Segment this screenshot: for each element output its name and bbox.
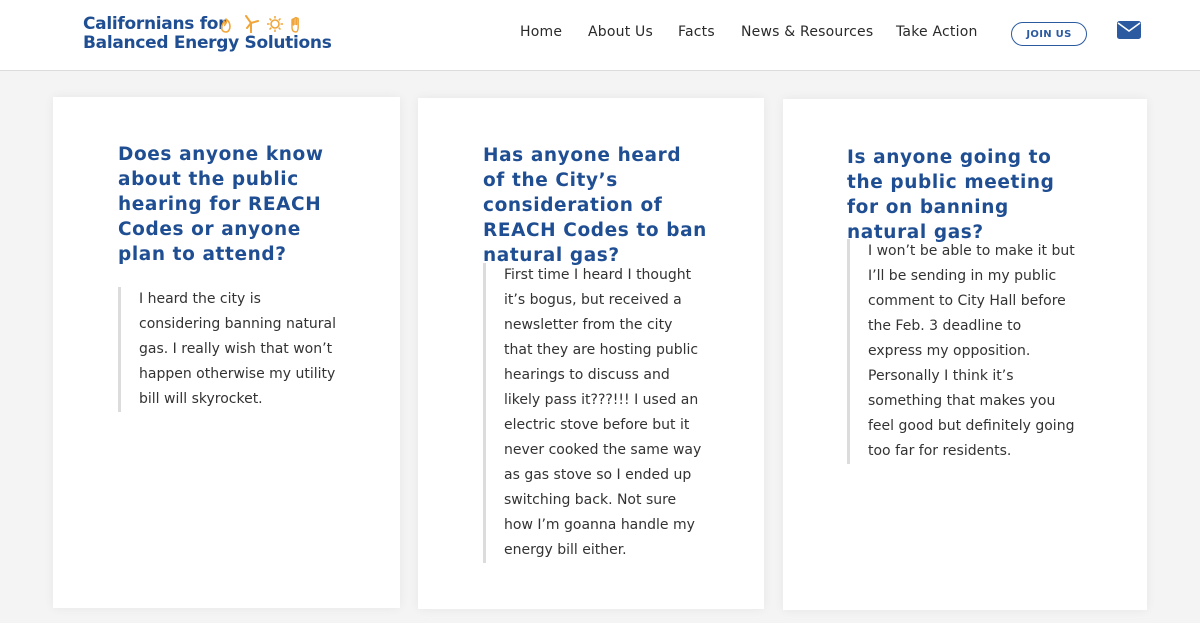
forum-card-2: Has anyone heard of the City’s considera… (418, 98, 764, 609)
nav-about-us[interactable]: About Us (588, 24, 653, 40)
brand-icons (220, 14, 310, 34)
forum-card-3: Is anyone going to the public meeting fo… (783, 99, 1147, 610)
card-title: Does anyone know about the public hearin… (118, 144, 324, 265)
card-title: Is anyone going to the public meeting fo… (847, 147, 1055, 243)
brand-name-line1: Californians for (83, 14, 227, 34)
sun-icon (267, 16, 283, 32)
card-title: Has anyone heard of the City’s considera… (483, 145, 707, 266)
flame-icon (220, 17, 231, 33)
nav-facts[interactable]: Facts (678, 24, 715, 40)
envelope-icon[interactable] (1116, 20, 1142, 40)
card-quote: First time I heard I thought it’s bogus,… (483, 263, 703, 563)
wind-turbine-icon (245, 15, 259, 33)
nav-news-resources[interactable]: News & Resources (741, 24, 873, 40)
site-header: Californians for Balanced Energy Solutio… (0, 0, 1200, 71)
forum-card-1: Does anyone know about the public hearin… (53, 97, 400, 608)
nav-take-action[interactable]: Take Action (896, 24, 978, 40)
nav-home[interactable]: Home (520, 24, 562, 40)
card-quote: I won’t be able to make it but I’ll be s… (847, 239, 1077, 464)
card-quote: I heard the city is considering banning … (118, 287, 338, 412)
hand-icon (291, 16, 299, 33)
join-us-button[interactable]: JOIN US (1011, 22, 1087, 46)
brand-name-line2: Balanced Energy Solutions (83, 33, 332, 53)
brand-logo[interactable]: Californians for Balanced Energy Solutio… (83, 14, 332, 56)
